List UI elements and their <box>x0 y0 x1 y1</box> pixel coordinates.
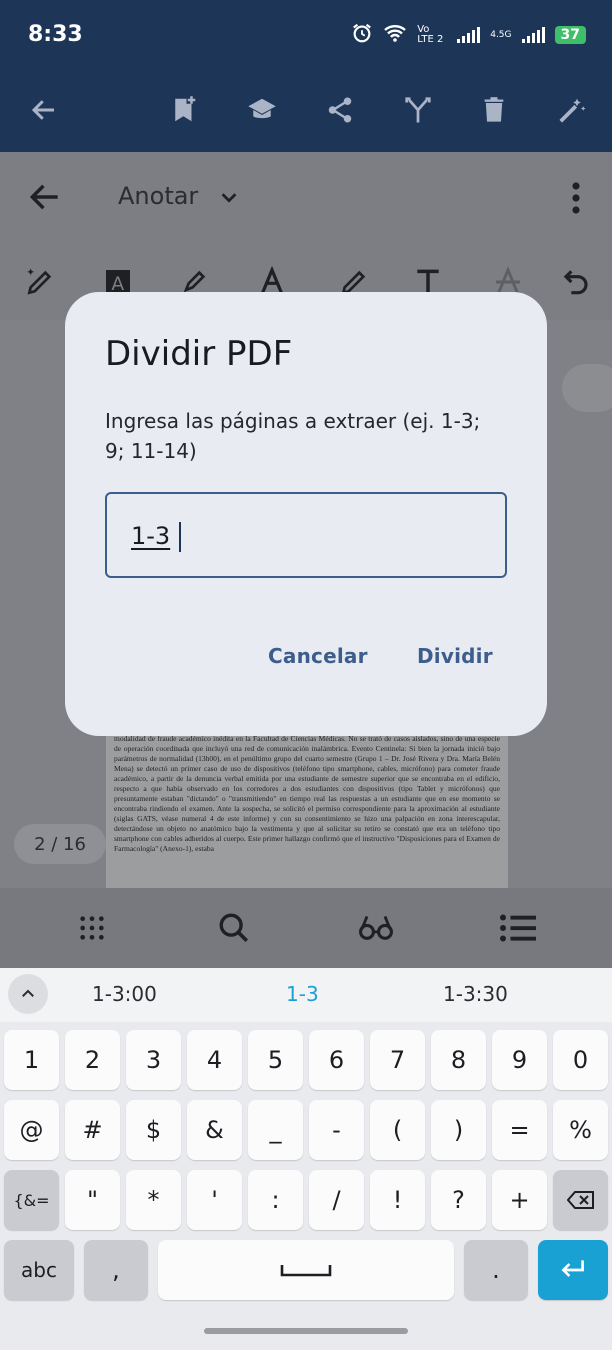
key-comma[interactable]: , <box>84 1240 148 1300</box>
key-apostrophe[interactable]: ' <box>187 1170 242 1230</box>
merge-icon[interactable] <box>398 90 438 130</box>
status-time: 8:33 <box>28 22 83 47</box>
keyboard: 1 2 3 4 5 6 7 8 9 0 @ # $ & _ - ( ) = % … <box>0 1022 612 1350</box>
battery-icon: 37 <box>554 26 586 44</box>
cancel-button[interactable]: Cancelar <box>268 644 368 668</box>
list-icon[interactable] <box>498 908 538 948</box>
key-slash[interactable]: / <box>309 1170 364 1230</box>
app-toolbar <box>0 70 612 152</box>
search-icon[interactable] <box>214 908 254 948</box>
alarm-icon <box>351 22 373 48</box>
key-at[interactable]: @ <box>4 1100 59 1160</box>
split-pdf-dialog: Dividir PDF Ingresa las páginas a extrae… <box>65 292 547 736</box>
reading-glasses-icon[interactable] <box>356 908 396 948</box>
key-1[interactable]: 1 <box>4 1030 59 1090</box>
key-symbols-toggle[interactable]: {&= <box>4 1170 59 1230</box>
scroll-handle[interactable] <box>562 364 612 412</box>
back-arrow-icon[interactable] <box>26 178 64 220</box>
key-question[interactable]: ? <box>431 1170 486 1230</box>
key-8[interactable]: 8 <box>431 1030 486 1090</box>
chevron-up-icon[interactable] <box>8 974 48 1014</box>
signal-icon <box>457 27 481 43</box>
network-label: Vo LTE 2 <box>417 24 444 45</box>
enter-key[interactable] <box>538 1240 608 1300</box>
trash-icon[interactable] <box>474 90 514 130</box>
key-open-paren[interactable]: ( <box>370 1100 425 1160</box>
key-7[interactable]: 7 <box>370 1030 425 1090</box>
page-range-input[interactable]: 1-3 <box>105 492 507 578</box>
suggestion-item[interactable]: 1-3:30 <box>443 982 508 1006</box>
wifi-icon <box>383 23 407 47</box>
key-5[interactable]: 5 <box>248 1030 303 1090</box>
space-bar-icon <box>280 1265 332 1277</box>
more-options-icon[interactable] <box>562 180 590 220</box>
enter-icon <box>561 1260 584 1277</box>
key-underscore[interactable]: _ <box>248 1100 303 1160</box>
split-button[interactable]: Dividir <box>417 644 493 668</box>
key-4[interactable]: 4 <box>187 1030 242 1090</box>
key-abc[interactable]: abc <box>4 1240 74 1300</box>
signal2-icon <box>521 27 545 43</box>
key-ampersand[interactable]: & <box>187 1100 242 1160</box>
backspace-icon <box>566 1191 594 1209</box>
key-exclamation[interactable]: ! <box>370 1170 425 1230</box>
key-dollar[interactable]: $ <box>126 1100 181 1160</box>
status-bar: 8:33 Vo LTE 2 4.5G 37 <box>0 0 612 70</box>
magic-wand-icon[interactable] <box>552 90 592 130</box>
key-close-paren[interactable]: ) <box>431 1100 486 1160</box>
back-arrow-icon[interactable] <box>24 90 64 130</box>
key-colon[interactable]: : <box>248 1170 303 1230</box>
suggestion-item[interactable]: 1-3:00 <box>92 982 157 1006</box>
key-3[interactable]: 3 <box>126 1030 181 1090</box>
dialog-title: Dividir PDF <box>105 334 293 374</box>
ai-pen-icon[interactable] <box>18 260 62 304</box>
key-9[interactable]: 9 <box>492 1030 547 1090</box>
key-hash[interactable]: # <box>65 1100 120 1160</box>
space-key[interactable] <box>158 1240 454 1300</box>
key-percent[interactable]: % <box>553 1100 608 1160</box>
home-indicator[interactable] <box>204 1328 408 1334</box>
share-icon[interactable] <box>320 90 360 130</box>
key-period[interactable]: . <box>464 1240 528 1300</box>
annotate-mode-label[interactable]: Anotar <box>118 182 198 210</box>
network2-label: 4.5G <box>490 30 512 40</box>
key-2[interactable]: 2 <box>65 1030 120 1090</box>
key-double-quote[interactable]: " <box>65 1170 120 1230</box>
grid-icon[interactable] <box>72 908 112 948</box>
dialog-message: Ingresa las páginas a extraer (ej. 1-3; … <box>105 409 481 463</box>
page-counter: 2 / 16 <box>14 824 106 864</box>
key-asterisk[interactable]: * <box>126 1170 181 1230</box>
key-minus[interactable]: - <box>309 1100 364 1160</box>
pdf-page: modalidad de fraude académico inédita en… <box>106 730 508 890</box>
key-6[interactable]: 6 <box>309 1030 364 1090</box>
chevron-down-icon[interactable] <box>218 186 240 212</box>
bookmark-add-icon[interactable] <box>164 90 204 130</box>
viewer-bottom-bar <box>0 888 612 968</box>
suggestion-item-active[interactable]: 1-3 <box>286 982 319 1006</box>
key-plus[interactable]: + <box>492 1170 547 1230</box>
backspace-key[interactable] <box>553 1170 608 1230</box>
status-icons: Vo LTE 2 4.5G 37 <box>351 22 586 48</box>
suggestion-strip: 1-3:00 1-3 1-3:30 <box>0 968 612 1022</box>
undo-icon[interactable] <box>552 260 596 304</box>
text-caret <box>179 522 181 552</box>
key-equals[interactable]: = <box>492 1100 547 1160</box>
graduation-cap-icon[interactable] <box>242 90 282 130</box>
page-range-value: 1-3 <box>131 522 171 550</box>
pdf-page-text: modalidad de fraude académico inédita en… <box>114 734 500 853</box>
key-0[interactable]: 0 <box>553 1030 608 1090</box>
